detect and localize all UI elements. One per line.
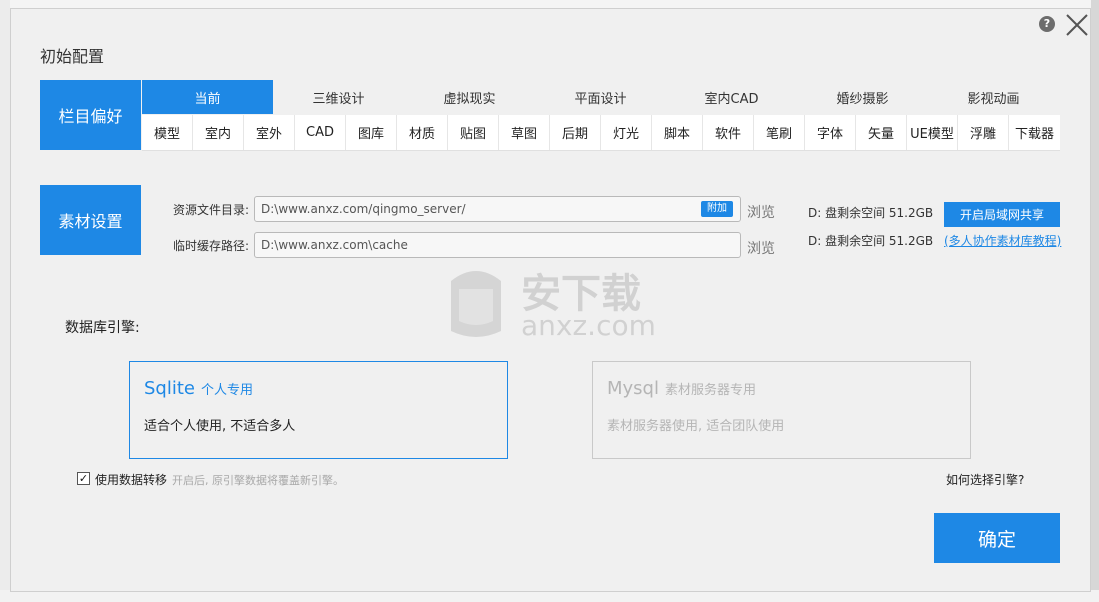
subtab-post[interactable]: 后期 — [550, 115, 601, 150]
subtab-font[interactable]: 字体 — [805, 115, 856, 150]
cache-disk-space: D: 盘剩余空间 51.2GB — [808, 234, 934, 248]
resource-dir-label: 资源文件目录: — [172, 203, 249, 217]
engine-option-mysql[interactable]: Mysql 素材服务器专用 素材服务器使用, 适合团队使用 — [592, 361, 971, 459]
subtab-lighting[interactable]: 灯光 — [601, 115, 652, 150]
migrate-label[interactable]: 使用数据转移 — [95, 471, 167, 488]
mysql-description: 素材服务器使用, 适合团队使用 — [607, 419, 785, 434]
subtab-vector[interactable]: 矢量 — [856, 115, 907, 150]
background-left — [0, 0, 10, 602]
how-choose-engine-link[interactable]: 如何选择引擎? — [946, 471, 1024, 488]
help-icon[interactable]: ? — [1039, 16, 1055, 32]
watermark-en: anxz.com — [521, 309, 656, 342]
subtab-gallery[interactable]: 图库 — [346, 115, 397, 150]
sqlite-description: 适合个人使用, 不适合多人 — [144, 419, 296, 434]
tab-current[interactable]: 当前 — [142, 80, 273, 114]
tab-3d-design[interactable]: 三维设计 — [273, 80, 404, 114]
section-material-settings: 素材设置 — [40, 185, 141, 255]
db-engine-label: 数据库引擎: — [65, 320, 140, 336]
cache-path-label: 临时缓存路径: — [172, 239, 249, 253]
mysql-title-wrap: Mysql 素材服务器专用 — [607, 378, 756, 399]
section-columns-preference: 栏目偏好 — [40, 80, 141, 150]
migrate-checkbox[interactable]: ✓ — [77, 472, 90, 485]
resource-dir-input[interactable]: D:\www.anxz.com/qingmo_server/ — [254, 196, 741, 222]
tab-film-animation[interactable]: 影视动画 — [928, 80, 1059, 114]
subtab-downloader[interactable]: 下载器 — [1009, 115, 1060, 150]
close-icon[interactable] — [1063, 11, 1091, 39]
config-dialog: 初始配置 ? 栏目偏好 当前 三维设计 虚拟现实 平面设计 室内CAD 婚纱摄影… — [10, 8, 1091, 592]
subtab-software[interactable]: 软件 — [703, 115, 754, 150]
background-right — [1091, 0, 1099, 602]
subtab-ue-model[interactable]: UE模型 — [907, 115, 958, 150]
attach-button[interactable]: 附加 — [701, 201, 733, 217]
sqlite-subtitle: 个人专用 — [201, 383, 254, 398]
dialog-title: 初始配置 — [40, 47, 105, 66]
tab-wedding-photo[interactable]: 婚纱摄影 — [797, 80, 928, 114]
tab-interior-cad[interactable]: 室内CAD — [666, 80, 797, 114]
resource-disk-space: D: 盘剩余空间 51.2GB — [808, 206, 934, 220]
engine-option-sqlite[interactable]: Sqlite 个人专用 适合个人使用, 不适合多人 — [129, 361, 508, 459]
subtab-model[interactable]: 模型 — [142, 115, 193, 150]
tutorial-link[interactable]: (多人协作素材库教程) — [944, 232, 1061, 249]
browse-cache-button[interactable]: 浏览 — [747, 238, 775, 258]
ok-button[interactable]: 确定 — [934, 513, 1060, 563]
subtab-brush[interactable]: 笔刷 — [754, 115, 805, 150]
browse-resource-button[interactable]: 浏览 — [747, 202, 775, 222]
mysql-title: Mysql — [607, 378, 659, 399]
subtab-relief[interactable]: 浮雕 — [958, 115, 1009, 150]
watermark-logo: 安下载 anxz.com — [441, 261, 671, 351]
subtab-exterior[interactable]: 室外 — [244, 115, 295, 150]
sub-category-tabs: 模型 室内 室外 CAD 图库 材质 贴图 草图 后期 灯光 脚本 软件 笔刷 … — [142, 115, 1060, 151]
subtab-script[interactable]: 脚本 — [652, 115, 703, 150]
mysql-subtitle: 素材服务器专用 — [665, 383, 757, 398]
lan-share-button[interactable]: 开启局域网共享 — [944, 202, 1060, 227]
subtab-texture[interactable]: 贴图 — [448, 115, 499, 150]
cache-path-input[interactable]: D:\www.anxz.com\cache — [254, 232, 741, 258]
subtab-material[interactable]: 材质 — [397, 115, 448, 150]
main-category-tabs: 当前 三维设计 虚拟现实 平面设计 室内CAD 婚纱摄影 影视动画 — [142, 80, 1060, 114]
tab-graphic-design[interactable]: 平面设计 — [535, 80, 666, 114]
subtab-cad[interactable]: CAD — [295, 115, 346, 150]
tab-virtual-reality[interactable]: 虚拟现实 — [404, 80, 535, 114]
sqlite-title-wrap: Sqlite 个人专用 — [144, 378, 253, 399]
migrate-hint: 开启后, 原引擎数据将覆盖新引擎。 — [172, 474, 344, 487]
sqlite-title: Sqlite — [144, 378, 195, 399]
subtab-sketch[interactable]: 草图 — [499, 115, 550, 150]
subtab-interior[interactable]: 室内 — [193, 115, 244, 150]
